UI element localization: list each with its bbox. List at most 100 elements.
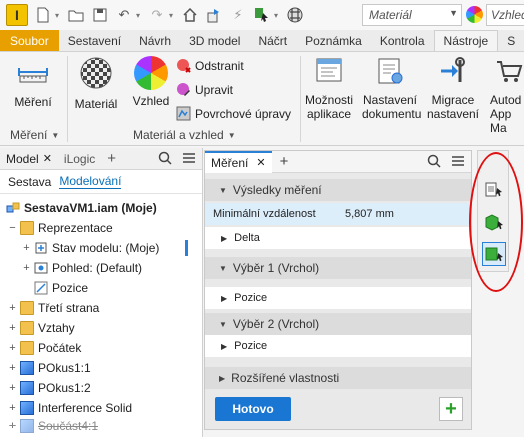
material-combo[interactable]: Materiál ▼ bbox=[362, 4, 462, 26]
undo-dropdown-icon[interactable]: ▾ bbox=[134, 6, 142, 24]
edit-appearance-button[interactable]: Upravit bbox=[176, 82, 233, 97]
app-manager-button[interactable]: Autod App Ma bbox=[490, 56, 524, 135]
expand-icon[interactable]: + bbox=[8, 402, 17, 414]
tab-tools[interactable]: Nástroje bbox=[433, 30, 499, 51]
selection2-position-row[interactable]: ▶ Pozice bbox=[205, 335, 471, 357]
tab-3d-model[interactable]: 3D model bbox=[180, 30, 249, 51]
undo-icon[interactable]: ↶ bbox=[115, 6, 133, 24]
tab-file[interactable]: Soubor bbox=[0, 30, 59, 51]
migrate-settings-label: Migrace nastavení bbox=[426, 93, 480, 121]
search-icon[interactable] bbox=[427, 154, 441, 171]
selection2-section-header[interactable]: ▼ Výběr 2 (Vrchol) bbox=[205, 313, 471, 335]
document-settings-button[interactable]: Nastavení dokumentu bbox=[362, 56, 421, 121]
redo-dropdown-icon[interactable]: ▾ bbox=[167, 6, 175, 24]
tab-inspect[interactable]: Kontrola bbox=[371, 30, 434, 51]
browser-view-switch: Sestava Modelování bbox=[0, 170, 202, 194]
expand-icon[interactable]: + bbox=[22, 242, 31, 254]
min-distance-row[interactable]: Minimální vzdálenost 5,807 mm bbox=[205, 203, 471, 225]
selection1-section-header[interactable]: ▼ Výběr 1 (Vrchol) bbox=[205, 257, 471, 279]
search-icon[interactable] bbox=[158, 151, 172, 168]
tree-item-position[interactable]: Pozice bbox=[34, 278, 88, 298]
add-button[interactable]: + bbox=[439, 397, 463, 421]
open-folder-icon[interactable] bbox=[67, 6, 85, 24]
redo-icon[interactable]: ↷ bbox=[148, 6, 166, 24]
close-icon[interactable]: ✕ bbox=[256, 156, 265, 169]
panel-label-measure[interactable]: Měření ▼ bbox=[10, 128, 59, 142]
delta-label: Delta bbox=[234, 232, 260, 244]
expand-icon[interactable]: + bbox=[22, 262, 31, 274]
migrate-settings-button[interactable]: Migrace nastavení bbox=[424, 56, 482, 121]
expand-icon[interactable]: + bbox=[8, 362, 17, 374]
measure-button[interactable]: Měření bbox=[8, 58, 58, 109]
tab-model-label: Model bbox=[6, 151, 39, 166]
tree-item-view[interactable]: + Pohled: (Default) bbox=[22, 258, 142, 278]
tree-item-part[interactable]: + Součást4:1 bbox=[8, 416, 98, 436]
panel-label-material[interactable]: Materiál a vzhled ▼ bbox=[133, 128, 236, 142]
results-section-header[interactable]: ▼ Výsledky měření bbox=[205, 179, 471, 201]
update-icon[interactable]: ⚡ bbox=[229, 6, 247, 24]
collapse-icon[interactable]: − bbox=[8, 222, 17, 234]
close-icon[interactable]: ✕ bbox=[43, 152, 52, 165]
appearance-combo[interactable]: Vzhled bbox=[486, 4, 524, 26]
appearance-combo-text: Vzhled bbox=[491, 8, 524, 22]
selection1-position-row[interactable]: ▶ Pozice bbox=[205, 287, 471, 309]
selection1-position-label: Pozice bbox=[234, 292, 268, 304]
done-button[interactable]: Hotovo bbox=[215, 397, 291, 421]
app-menu-button[interactable]: I bbox=[6, 4, 28, 26]
material-button[interactable]: Materiál bbox=[70, 56, 122, 111]
tree-item-part[interactable]: + POkus1:2 bbox=[8, 378, 91, 398]
expand-icon[interactable]: + bbox=[8, 322, 17, 334]
tab-sketch[interactable]: Náčrt bbox=[249, 30, 296, 51]
add-tab-button[interactable]: + bbox=[101, 150, 122, 167]
tree-item-origin[interactable]: + Počátek bbox=[8, 338, 81, 358]
tab-model[interactable]: Model ✕ bbox=[0, 152, 58, 166]
tab-ilogic[interactable]: iLogic bbox=[58, 152, 101, 166]
material-sphere-icon[interactable] bbox=[286, 6, 304, 24]
modeling-view-link[interactable]: Modelování bbox=[59, 174, 122, 189]
panel-measure-text: Měření bbox=[10, 128, 48, 142]
tree-item-third-party[interactable]: + Třetí strana bbox=[8, 298, 99, 318]
material-button-label: Materiál bbox=[74, 97, 118, 111]
menu-icon[interactable] bbox=[451, 154, 465, 170]
select-dropdown-icon[interactable]: ▾ bbox=[272, 6, 280, 24]
expand-icon[interactable]: + bbox=[8, 420, 17, 432]
expand-icon[interactable]: + bbox=[8, 382, 17, 394]
new-file-icon[interactable] bbox=[34, 6, 52, 24]
remove-appearance-icon bbox=[177, 59, 191, 73]
selection2-position-label: Pozice bbox=[234, 340, 268, 352]
app-manager-label: Autod App Ma bbox=[490, 93, 522, 135]
delta-row[interactable]: ▶ Delta bbox=[205, 227, 471, 249]
expand-icon[interactable]: + bbox=[8, 302, 17, 314]
application-options-button[interactable]: Možnosti aplikace bbox=[302, 56, 356, 121]
tree-item-part[interactable]: + Interference Solid bbox=[8, 398, 132, 418]
min-distance-label: Minimální vzdálenost bbox=[213, 208, 316, 220]
tree-root[interactable]: SestavaVM1.iam (Moje) bbox=[6, 198, 157, 218]
select-icon[interactable] bbox=[253, 6, 271, 24]
remove-appearance-button[interactable]: Odstranit bbox=[176, 58, 244, 73]
tab-assemble[interactable]: Sestavení bbox=[59, 30, 130, 51]
new-dropdown-icon[interactable]: ▾ bbox=[53, 6, 61, 24]
tab-design[interactable]: Návrh bbox=[130, 30, 180, 51]
part-icon bbox=[20, 361, 34, 375]
tab-s[interactable]: S bbox=[498, 30, 524, 51]
add-tab-button[interactable]: + bbox=[280, 153, 289, 170]
tree-item-part[interactable]: + POkus1:1 bbox=[8, 358, 91, 378]
assembly-view-link[interactable]: Sestava bbox=[8, 175, 51, 189]
save-icon[interactable] bbox=[91, 6, 109, 24]
advanced-section-header[interactable]: ▶ Rozšířené vlastnosti bbox=[205, 367, 471, 389]
tree-item-label: Třetí strana bbox=[38, 301, 100, 315]
part-icon bbox=[20, 381, 34, 395]
tree-item-representations[interactable]: − Reprezentace bbox=[8, 218, 113, 238]
menu-icon[interactable] bbox=[182, 151, 196, 167]
surface-finish-button[interactable]: Povrchové úpravy bbox=[176, 106, 291, 121]
tree-item-model-state[interactable]: + Stav modelu: (Moje) bbox=[22, 238, 159, 258]
folder-icon bbox=[20, 301, 34, 315]
tree-item-relationships[interactable]: + Vztahy bbox=[8, 318, 75, 338]
tab-measure[interactable]: Měření ✕ bbox=[205, 150, 272, 173]
expand-icon[interactable]: + bbox=[8, 342, 17, 354]
return-icon[interactable] bbox=[205, 6, 223, 24]
home-icon[interactable] bbox=[181, 6, 199, 24]
tab-annotate[interactable]: Poznámka bbox=[296, 30, 371, 51]
appearance-button[interactable]: Vzhled bbox=[128, 56, 174, 108]
measure-panel-header: Měření ✕ + bbox=[205, 150, 471, 173]
